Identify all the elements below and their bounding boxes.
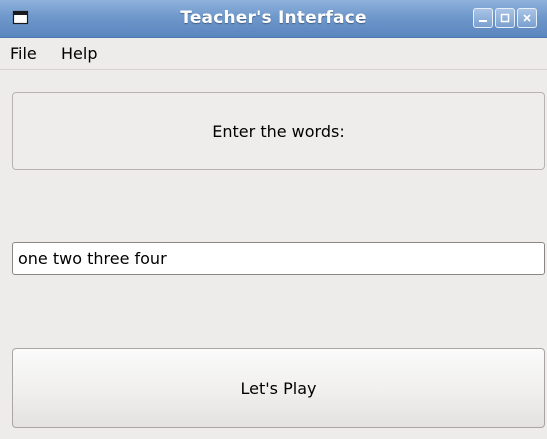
window-controls [473,8,537,28]
lets-play-label: Let's Play [240,378,317,398]
maximize-icon [500,13,510,23]
prompt-label: Enter the words: [212,121,345,141]
words-input[interactable] [12,242,545,275]
lets-play-button[interactable]: Let's Play [12,348,545,428]
close-button[interactable] [517,8,537,28]
menu-file[interactable]: File [10,44,37,63]
minimize-icon [479,20,487,22]
title-bar[interactable]: Teacher's Interface [0,0,547,38]
prompt-label-box: Enter the words: [12,92,545,170]
window-title: Teacher's Interface [180,8,367,28]
menu-bar: File Help [0,38,547,70]
menu-help[interactable]: Help [61,44,97,63]
teacher-interface-window: Teacher's Interface File Help Enter the … [0,0,547,439]
minimize-button[interactable] [473,8,493,28]
maximize-button[interactable] [495,8,515,28]
close-icon [523,14,531,22]
